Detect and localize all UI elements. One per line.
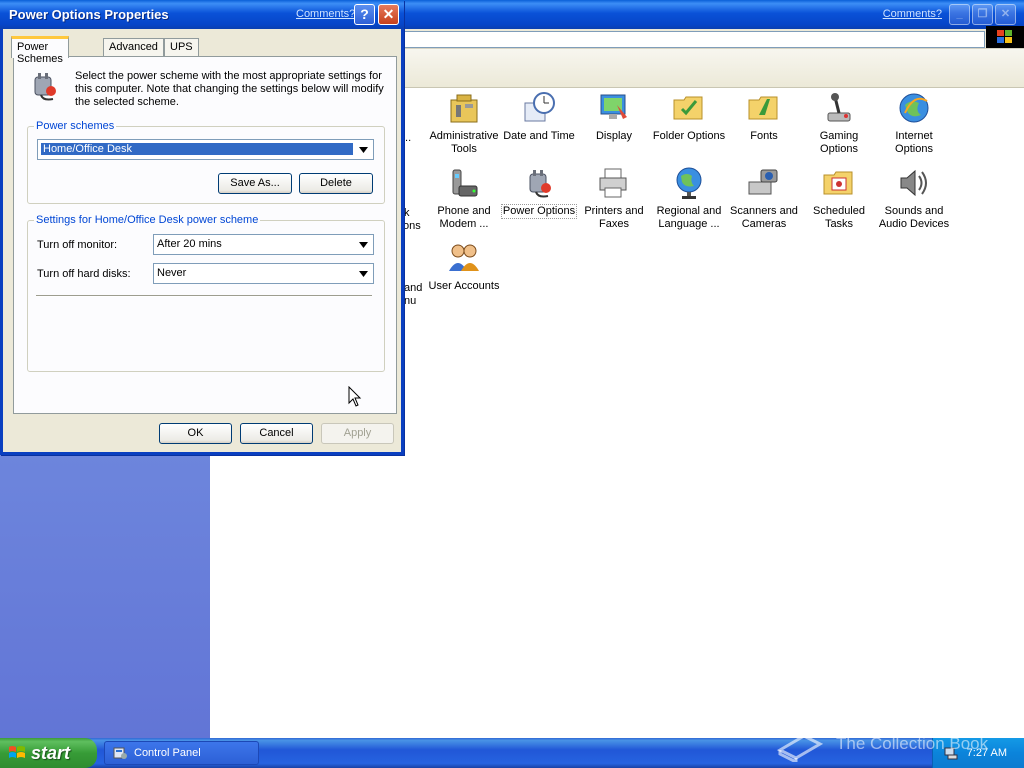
cp-item-scanners-cameras[interactable]: Scanners and Cameras [726,166,802,231]
date-time-icon [524,92,555,122]
close-icon: ✕ [382,6,395,22]
mouse-cursor-icon [348,386,362,407]
tab-advanced[interactable]: Advanced [103,38,164,57]
book-icon [776,734,824,762]
scheduled-tasks-icon [823,171,853,195]
folder-options-icon [673,96,703,120]
taskbar-item-control-panel[interactable]: Control Panel [104,741,259,765]
dialog-title: Power Options Properties [9,7,169,22]
settings-separator [36,295,372,297]
gaming-options-icon [827,93,851,122]
cp-item-display[interactable]: Display [576,91,652,143]
minimize-button[interactable]: _ [949,4,970,25]
cp-item-regional-language[interactable]: Regional and Language ... [651,166,727,231]
cp-item-internet-options[interactable]: Internet Options [876,91,952,156]
minimize-icon: _ [956,8,963,20]
speaker-icon [900,169,927,197]
chevron-down-icon[interactable] [355,265,372,282]
display-icon [600,94,627,119]
cp-item-sounds-audio[interactable]: Sounds and Audio Devices [876,166,952,231]
address-bar[interactable] [402,31,985,48]
turn-off-disks-label: Turn off hard disks: [37,268,131,280]
turn-off-monitor-label: Turn off monitor: [37,239,118,251]
fonts-icon [748,96,778,120]
turn-off-monitor-value: After 20 mins [157,238,222,250]
phone-modem-icon [452,169,478,197]
cp-item-gaming-options[interactable]: Gaming Options [801,91,877,156]
close-icon: ✕ [1000,8,1011,20]
scheme-settings-legend: Settings for Home/Office Desk power sche… [36,214,259,226]
scanner-icon [748,169,778,195]
tab-power-schemes[interactable]: Power Schemes [11,36,69,65]
cp-item-administrative-tools[interactable]: Administrative Tools [426,91,502,156]
watermark-text: The Collection Book [836,734,989,753]
watermark: The Collection Book [776,726,988,762]
globe-icon [676,167,702,199]
description-text: Select the power scheme with the most ap… [75,70,384,108]
turn-off-disks-value: Never [157,267,187,279]
dialog-titlebar[interactable]: Power Options Properties Comments? ? ✕ [0,0,404,29]
taskbar-item-label: Control Panel [134,747,201,759]
windows-flag-icon [9,746,25,758]
apply-button[interactable]: Apply [321,423,394,444]
turn-off-disks-dropdown[interactable]: Never [153,263,374,284]
turn-off-monitor-dropdown[interactable]: After 20 mins [153,234,374,255]
cp-item-date-time[interactable]: Date and Time [501,91,577,143]
power-options-icon [529,170,551,198]
power-scheme-value: Home/Office Desk [40,142,354,156]
chevron-down-icon[interactable] [355,141,372,158]
cp-item-scheduled-tasks[interactable]: Scheduled Tasks [801,166,877,231]
power-schemes-legend: Power schemes [36,120,115,132]
help-button[interactable]: ? [354,4,375,25]
maximize-button[interactable]: ❐ [972,4,993,25]
administrative-tools-icon [450,94,478,123]
power-options-dialog: Power Options Properties Comments? ? ✕ P… [0,0,404,455]
chevron-down-icon[interactable] [355,236,372,253]
printer-icon [599,168,627,198]
cp-item-phone-modem[interactable]: Phone and Modem ... [426,166,502,231]
internet-options-icon [899,93,929,123]
delete-button[interactable]: Delete [299,173,373,194]
ok-button[interactable]: OK [159,423,232,444]
user-accounts-icon [449,244,479,271]
restore-icon: ❐ [977,8,988,20]
windows-logo-icon [986,26,1024,48]
cp-item-user-accounts[interactable]: User Accounts [426,241,502,293]
control-panel-icon [113,747,127,759]
cp-item-printers-faxes[interactable]: Printers and Faxes [576,166,652,231]
power-schemes-panel: Select the power scheme with the most ap… [13,56,397,414]
cp-item-folder-options[interactable]: Folder Options [651,91,727,143]
cp-item-fonts[interactable]: Fonts [726,91,802,143]
control-panel-comments-link[interactable]: Comments? [883,8,942,20]
partial-label: nu [404,295,417,307]
save-as-button[interactable]: Save As... [218,173,292,194]
cancel-button[interactable]: Cancel [240,423,313,444]
cp-item-power-options[interactable]: Power Options [500,166,578,219]
partial-label: and [404,282,423,294]
power-options-icon [34,73,56,101]
tab-ups[interactable]: UPS [164,38,199,57]
dialog-comments-link[interactable]: Comments? [296,8,355,20]
dialog-close-button[interactable]: ✕ [378,4,399,25]
partial-label: ons [403,220,421,232]
start-label: start [31,742,71,763]
close-window-button[interactable]: ✕ [995,4,1016,25]
partial-label: k [404,207,410,219]
start-button[interactable]: start [0,738,97,768]
help-icon: ? [360,6,369,22]
power-scheme-dropdown[interactable]: Home/Office Desk [37,139,374,160]
